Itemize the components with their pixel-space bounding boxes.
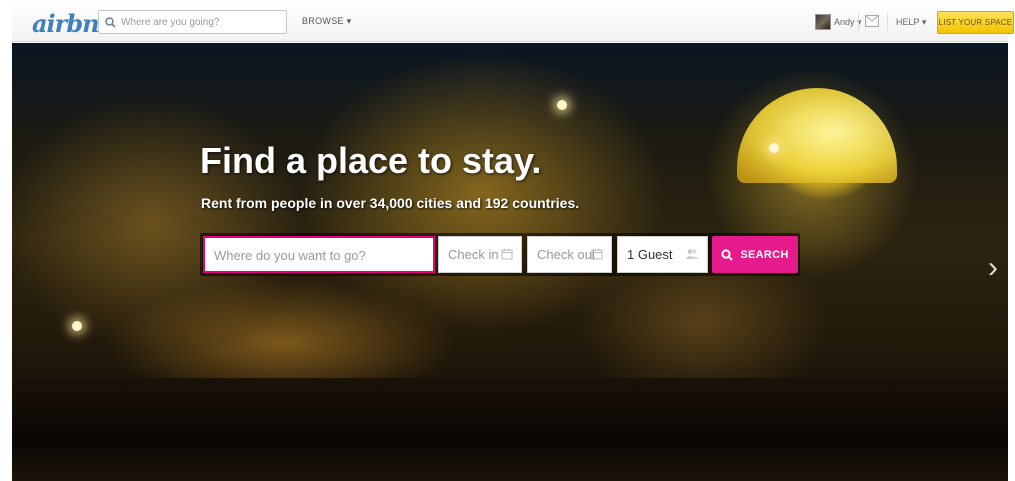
checkin-placeholder: Check in xyxy=(448,247,499,262)
guests-icon xyxy=(685,249,699,259)
lamp-light xyxy=(557,100,567,110)
help-menu[interactable]: HELP ▾ xyxy=(896,17,926,28)
hero-banner: Find a place to stay. Rent from people i… xyxy=(12,43,1008,481)
divider xyxy=(858,13,859,31)
guests-value: 1 Guest xyxy=(627,247,673,262)
calendar-icon xyxy=(591,248,603,260)
glowing-dome-image xyxy=(737,88,897,183)
guests-select[interactable]: 1 Guest xyxy=(617,236,708,273)
list-your-space-button[interactable]: LIST YOUR SPACE xyxy=(937,11,1014,34)
pool-reflection xyxy=(12,378,1008,481)
mail-icon[interactable] xyxy=(865,15,879,27)
calendar-icon xyxy=(501,248,513,260)
search-icon xyxy=(105,16,116,28)
lamp-light xyxy=(72,321,82,331)
search-button[interactable]: SEARCH xyxy=(712,236,798,273)
top-header: airbnb Where are you going? BROWSE ▾ And… xyxy=(12,3,1014,42)
lamp-light xyxy=(769,143,779,153)
search-button-label: SEARCH xyxy=(740,248,789,261)
where-input[interactable]: Where do you want to go? xyxy=(203,236,435,273)
avatar[interactable] xyxy=(815,14,831,30)
browse-menu[interactable]: BROWSE ▾ xyxy=(302,16,351,27)
hero-subtitle: Rent from people in over 34,000 cities a… xyxy=(201,195,580,211)
hero-title: Find a place to stay. xyxy=(200,140,542,181)
checkout-input[interactable]: Check out xyxy=(527,236,612,273)
search-panel: Where do you want to go? Check in Check … xyxy=(200,233,800,276)
checkout-placeholder: Check out xyxy=(537,247,596,262)
header-search-input[interactable]: Where are you going? xyxy=(98,10,287,34)
chevron-right-icon[interactable]: › xyxy=(988,253,998,283)
divider xyxy=(887,13,888,31)
header-search-placeholder: Where are you going? xyxy=(121,16,220,28)
search-icon xyxy=(721,248,734,261)
checkin-input[interactable]: Check in xyxy=(438,236,522,273)
